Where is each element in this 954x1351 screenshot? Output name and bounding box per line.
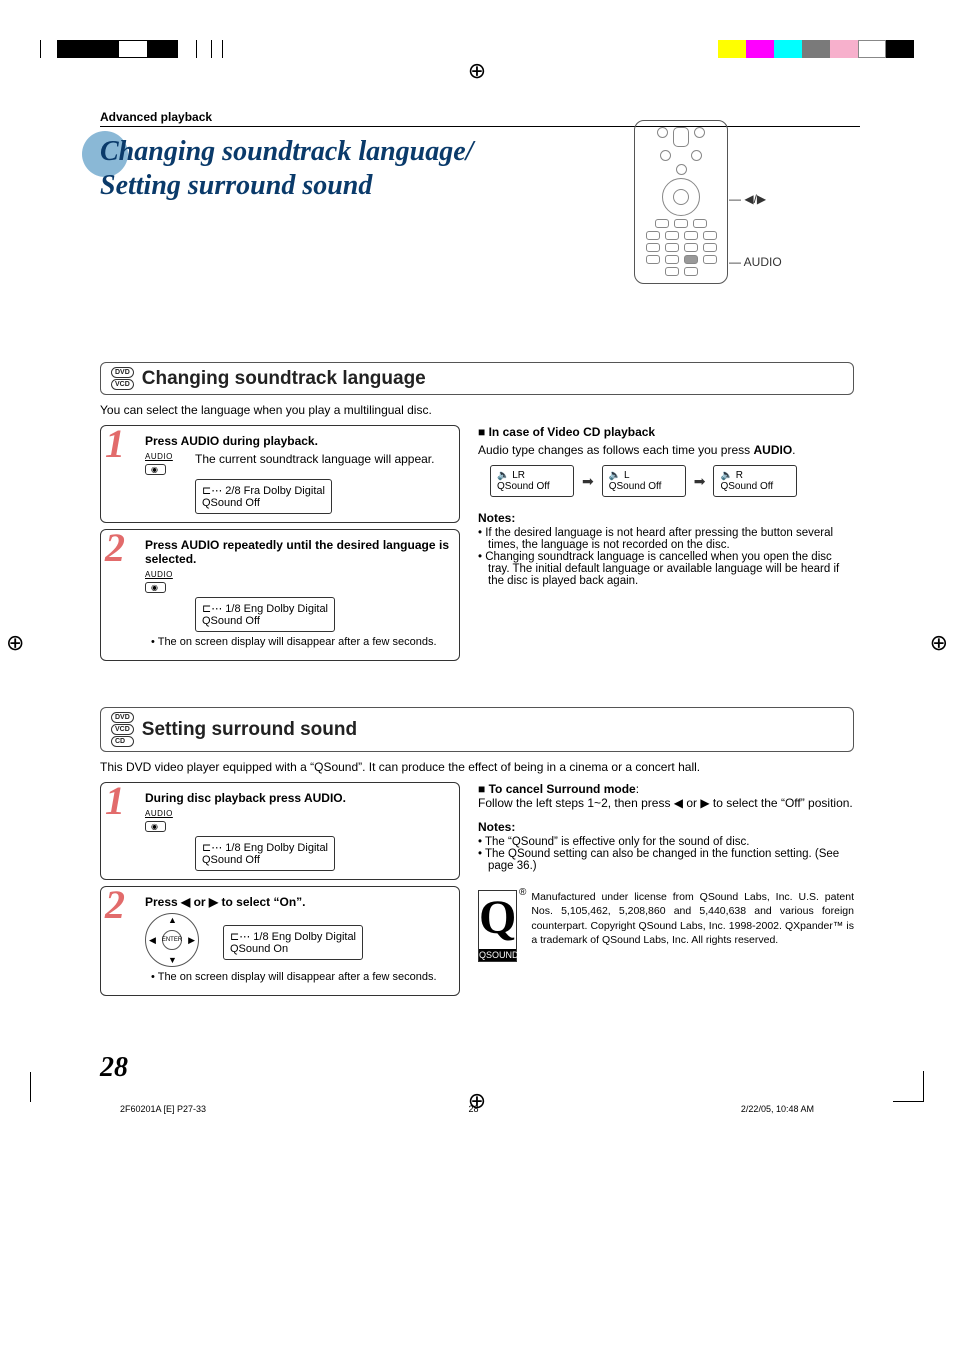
step1-title: During disc playback press AUDIO. (145, 791, 449, 805)
audio-button-icon (145, 821, 166, 832)
osd-line1: 1/8 Eng Dolby Digital (202, 602, 328, 615)
osd-line1: 1/8 Eng Dolby Digital (202, 841, 328, 854)
content-area: Advanced playback Changing soundtrack la… (100, 110, 854, 1114)
qsound-license-text: Manufactured under license from QSound L… (531, 890, 854, 947)
page-number: 28 (100, 1052, 854, 1084)
audio-type-cycle: 🔈 LR QSound Off ➡ 🔈 L QSound Off ➡ 🔈 R Q… (490, 465, 854, 497)
audio-type-box: 🔈 R QSound Off (713, 465, 797, 497)
section1-intro: You can select the language when you pla… (100, 403, 854, 417)
section2-columns: 1 During disc playback press AUDIO. AUDI… (100, 782, 854, 1002)
notes-heading: Notes: (478, 511, 854, 525)
registration-mark-right: ⊕ (930, 630, 948, 656)
section2-left-col: 1 During disc playback press AUDIO. AUDI… (100, 782, 460, 1002)
section2-step1: 1 During disc playback press AUDIO. AUDI… (100, 782, 460, 880)
audio-button-icon (145, 464, 166, 475)
disc-badges: DVD VCD CD (111, 712, 134, 747)
osd-display: 2/8 Fra Dolby Digital QSound Off (195, 479, 332, 514)
arrow-icon: ➡ (582, 473, 594, 490)
step1-title: Press AUDIO during playback. (145, 434, 449, 448)
notes-heading: Notes: (478, 820, 854, 834)
section2-heading: Setting surround sound (142, 719, 357, 741)
osd-line2: QSound Off (202, 854, 328, 866)
osd-display: 1/8 Eng Dolby Digital QSound On (223, 925, 363, 960)
section2-intro: This DVD video player equipped with a “Q… (100, 760, 854, 774)
footer-file: 2F60201A [E] P27-33 (120, 1104, 206, 1114)
vcd-body: Audio type changes as follows each time … (478, 443, 854, 457)
audio-button-graphic: AUDIO (145, 570, 181, 593)
section1-heading-bar: DVD VCD Changing soundtrack language (100, 362, 854, 395)
step2-note: The on screen display will disappear aft… (151, 971, 449, 983)
step-number: 2 (105, 885, 125, 925)
section1-heading: Changing soundtrack language (142, 368, 426, 390)
section1-columns: 1 Press AUDIO during playback. AUDIO The… (100, 425, 854, 667)
notes-list: If the desired language is not heard aft… (478, 527, 854, 587)
page-title-block: Changing soundtrack language/ Setting su… (100, 135, 854, 202)
section1-right-col: In case of Video CD playback Audio type … (478, 425, 854, 667)
audio-type-box: 🔈 LR QSound Off (490, 465, 574, 497)
enter-dpad-icon: ENTER ▲ ▼ ◀ ▶ (145, 913, 199, 967)
section2-heading-bar: DVD VCD CD Setting surround sound (100, 707, 854, 752)
step2-title: Press ◀ or ▶ to select “On”. (145, 895, 449, 909)
page-title: Changing soundtrack language/ Setting su… (100, 135, 854, 202)
registration-mark-bottom: ⊕ (468, 1088, 486, 1114)
step1-body: The current soundtrack language will app… (195, 452, 449, 475)
osd-display: 1/8 Eng Dolby Digital QSound Off (195, 597, 335, 632)
print-color-bars (40, 40, 914, 58)
osd-display: 1/8 Eng Dolby Digital QSound Off (195, 836, 335, 871)
note-item: Changing soundtrack language is cancelle… (478, 551, 854, 587)
osd-line1: 1/8 Eng Dolby Digital (230, 930, 356, 943)
qsound-logo: Q QSOUND ® (478, 890, 517, 962)
note-item: The “QSound” is effective only for the s… (478, 836, 854, 848)
step-number: 1 (105, 781, 125, 821)
section1-left-col: 1 Press AUDIO during playback. AUDIO The… (100, 425, 460, 667)
cancel-body: Follow the left steps 1~2, then press ◀ … (478, 796, 854, 810)
section1-step1: 1 Press AUDIO during playback. AUDIO The… (100, 425, 460, 523)
notes-list: The “QSound” is effective only for the s… (478, 836, 854, 872)
title-line1: Changing soundtrack language/ (100, 136, 473, 167)
step2-note: The on screen display will disappear aft… (151, 636, 449, 648)
vcd-heading: In case of Video CD playback (478, 425, 854, 439)
section2-step2: 2 Press ◀ or ▶ to select “On”. ENTER ▲ ▼… (100, 886, 460, 996)
osd-line2: QSound Off (202, 497, 325, 509)
qsound-license-block: Q QSOUND ® Manufactured under license fr… (478, 890, 854, 962)
osd-line1: 2/8 Fra Dolby Digital (202, 484, 325, 497)
crop-mark (893, 1071, 924, 1102)
osd-line2: QSound On (230, 943, 356, 955)
audio-type-box: 🔈 L QSound Off (602, 465, 686, 497)
step-number: 2 (105, 528, 125, 568)
step2-title: Press AUDIO repeatedly until the desired… (145, 538, 449, 566)
osd-line2: QSound Off (202, 615, 328, 627)
disc-badges: DVD VCD (111, 367, 134, 390)
audio-button-graphic: AUDIO (145, 452, 181, 475)
cancel-heading-line: ■ To cancel Surround mode: (478, 782, 854, 796)
section1-step2: 2 Press AUDIO repeatedly until the desir… (100, 529, 460, 661)
title-line2: Setting surround sound (100, 170, 372, 201)
callout-audio: — AUDIO (729, 255, 782, 269)
page: ⊕ ⊕ ⊕ Advanced playback Changing soundtr… (0, 0, 954, 1134)
crop-mark (30, 1072, 61, 1102)
section2-right-col: ■ To cancel Surround mode: Follow the le… (478, 782, 854, 1002)
registered-icon: ® (519, 887, 526, 898)
audio-button-graphic: AUDIO (145, 809, 181, 832)
registration-mark-top: ⊕ (468, 58, 486, 84)
audio-button-icon (145, 582, 166, 593)
registration-mark-left: ⊕ (6, 630, 24, 656)
note-item: If the desired language is not heard aft… (478, 527, 854, 551)
arrow-icon: ➡ (694, 473, 706, 490)
step-number: 1 (105, 424, 125, 464)
note-item: The QSound setting can also be changed i… (478, 848, 854, 872)
footer-datetime: 2/22/05, 10:48 AM (741, 1104, 814, 1114)
